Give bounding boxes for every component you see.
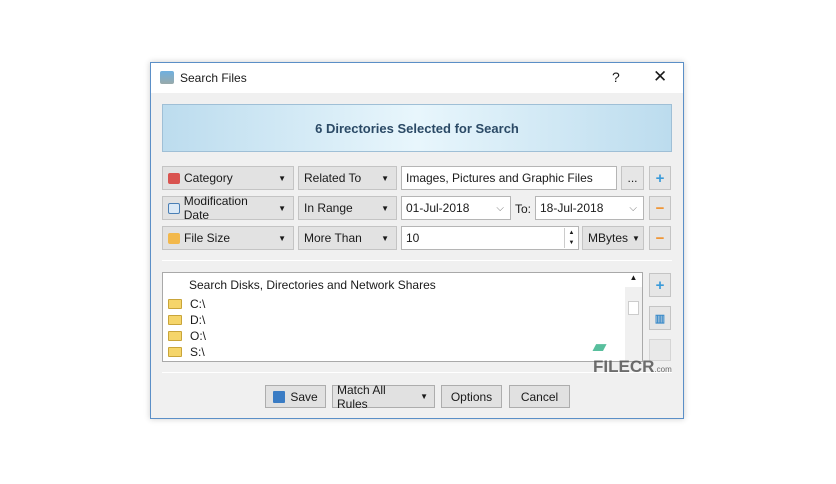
condition-label: In Range xyxy=(304,201,353,215)
scroll-up-icon: ▲ xyxy=(625,273,642,287)
window-title: Search Files xyxy=(180,71,247,85)
match-rules-dropdown[interactable]: Match All Rules ▼ xyxy=(332,383,435,411)
chevron-down-icon: ▼ xyxy=(632,233,640,243)
list-item[interactable]: O:\ xyxy=(168,329,206,343)
folder-icon xyxy=(168,299,182,309)
date-to-value: 18-Jul-2018 xyxy=(540,201,604,215)
rule-1-value-input[interactable]: Images, Pictures and Graphic Files xyxy=(401,166,617,190)
chevron-down-icon: ▼ xyxy=(278,233,286,243)
rule-2-condition-select[interactable]: In Range ▼ xyxy=(298,196,397,220)
chevron-down-icon: ▼ xyxy=(381,233,389,243)
folder-icon xyxy=(168,347,182,357)
options-button[interactable]: Options xyxy=(441,385,502,408)
rule-3-condition-select[interactable]: More Than ▼ xyxy=(298,226,397,250)
folder-icon xyxy=(168,331,182,341)
browse-button[interactable]: ... xyxy=(621,166,644,190)
size-value: 10 xyxy=(406,231,420,245)
folder-icon xyxy=(168,315,182,325)
list-header: Search Disks, Directories and Network Sh… xyxy=(189,278,436,292)
chevron-down-icon: ▼ xyxy=(278,173,286,183)
selection-banner: 6 Directories Selected for Search xyxy=(162,104,672,152)
chevron-down-icon: ⌵ xyxy=(629,202,637,214)
help-button[interactable]: ? xyxy=(612,69,620,85)
unit-label: MBytes xyxy=(588,231,629,245)
remove-rule-button[interactable]: − xyxy=(649,226,671,250)
cancel-button[interactable]: Cancel xyxy=(509,385,570,408)
calendar-icon xyxy=(168,202,180,214)
category-icon xyxy=(168,172,180,184)
spinner-arrows[interactable]: ▲ ▼ xyxy=(564,228,578,248)
date-from-value: 01-Jul-2018 xyxy=(406,201,470,215)
chevron-down-icon: ▼ xyxy=(278,203,286,213)
app-icon xyxy=(160,71,174,84)
chevron-down-icon: ▼ xyxy=(420,392,428,401)
scroll-thumb xyxy=(628,301,639,315)
rule-1-field-select[interactable]: Category ▼ xyxy=(162,166,294,190)
to-label: To: xyxy=(515,202,532,216)
condition-label: Related To xyxy=(304,171,362,185)
list-item[interactable]: D:\ xyxy=(168,313,205,327)
date-from-picker[interactable]: 01-Jul-2018 ⌵ xyxy=(401,196,511,220)
condition-label: More Than xyxy=(304,231,362,245)
box-icon xyxy=(168,232,180,244)
date-to-picker[interactable]: 18-Jul-2018 ⌵ xyxy=(535,196,644,220)
field-label: Modification Date xyxy=(183,194,248,222)
size-unit-select[interactable]: MBytes ▼ xyxy=(582,226,644,250)
list-item[interactable]: C:\ xyxy=(168,297,205,311)
add-location-button[interactable]: + xyxy=(649,273,671,297)
floppy-disk-icon xyxy=(273,390,286,403)
rule-1-condition-select[interactable]: Related To ▼ xyxy=(298,166,397,190)
locations-list[interactable]: Search Disks, Directories and Network Sh… xyxy=(162,272,643,362)
rule-2-field-select[interactable]: Modification Date ▼ xyxy=(162,194,294,222)
field-label: Category xyxy=(184,171,233,185)
divider xyxy=(162,372,672,373)
size-value-spinner[interactable]: 10 ▲ ▼ xyxy=(401,226,579,250)
save-button[interactable]: Save xyxy=(265,385,326,408)
add-rule-button[interactable]: + xyxy=(649,166,671,190)
columns-button[interactable]: ▥ xyxy=(649,306,671,330)
divider xyxy=(162,260,672,261)
chevron-down-icon: ▼ xyxy=(381,173,389,183)
list-item[interactable]: S:\ xyxy=(168,345,205,359)
chevron-down-icon: ⌵ xyxy=(496,202,504,214)
watermark-logo: ▰ FILECR.com xyxy=(593,337,672,376)
close-button[interactable]: ✕ xyxy=(653,67,667,87)
title-bar: Search Files ? ✕ xyxy=(151,63,683,93)
field-label: File Size xyxy=(184,231,231,245)
remove-rule-button[interactable]: − xyxy=(649,196,671,220)
search-files-dialog: Search Files ? ✕ 6 Directories Selected … xyxy=(150,62,684,419)
rule-3-field-select[interactable]: File Size ▼ xyxy=(162,226,294,250)
chevron-down-icon: ▼ xyxy=(381,203,389,213)
